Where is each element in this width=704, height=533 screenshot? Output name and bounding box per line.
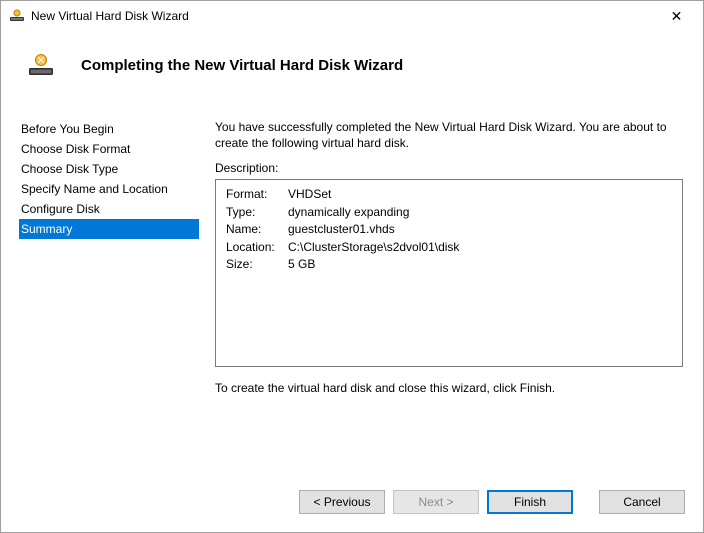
wizard-footer: < Previous Next > Finish Cancel: [1, 472, 703, 532]
wizard-window: New Virtual Hard Disk Wizard ✕ Completin…: [0, 0, 704, 533]
row-name-key: Name:: [226, 221, 288, 238]
step-summary[interactable]: Summary: [19, 219, 199, 239]
titlebar: New Virtual Hard Disk Wizard ✕: [1, 1, 703, 31]
row-name-value: guestcluster01.vhds: [288, 221, 395, 238]
wizard-steps-sidebar: Before You Begin Choose Disk Format Choo…: [19, 119, 199, 472]
intro-text: You have successfully completed the New …: [215, 119, 683, 151]
row-size-key: Size:: [226, 256, 288, 273]
step-choose-disk-type[interactable]: Choose Disk Type: [19, 159, 199, 179]
description-box: Format: VHDSet Type: dynamically expandi…: [215, 179, 683, 367]
cancel-button[interactable]: Cancel: [599, 490, 685, 514]
row-location-key: Location:: [226, 239, 288, 256]
row-name: Name: guestcluster01.vhds: [226, 221, 674, 238]
wizard-header-icon: [25, 49, 57, 81]
step-before-you-begin[interactable]: Before You Begin: [19, 119, 199, 139]
step-specify-name-location[interactable]: Specify Name and Location: [19, 179, 199, 199]
main-content: You have successfully completed the New …: [215, 119, 683, 472]
wizard-header: Completing the New Virtual Hard Disk Wiz…: [1, 31, 703, 99]
row-location: Location: C:\ClusterStorage\s2dvol01\dis…: [226, 239, 674, 256]
previous-button[interactable]: < Previous: [299, 490, 385, 514]
row-format: Format: VHDSet: [226, 186, 674, 203]
page-title: Completing the New Virtual Hard Disk Wiz…: [81, 57, 403, 74]
row-type: Type: dynamically expanding: [226, 204, 674, 221]
row-size: Size: 5 GB: [226, 256, 674, 273]
finish-hint: To create the virtual hard disk and clos…: [215, 381, 683, 395]
row-type-value: dynamically expanding: [288, 204, 409, 221]
row-location-value: C:\ClusterStorage\s2dvol01\disk: [288, 239, 459, 256]
finish-button[interactable]: Finish: [487, 490, 573, 514]
row-size-value: 5 GB: [288, 256, 315, 273]
step-configure-disk[interactable]: Configure Disk: [19, 199, 199, 219]
window-title: New Virtual Hard Disk Wizard: [31, 9, 654, 23]
row-format-value: VHDSet: [288, 186, 331, 203]
row-format-key: Format:: [226, 186, 288, 203]
next-button: Next >: [393, 490, 479, 514]
step-choose-disk-format[interactable]: Choose Disk Format: [19, 139, 199, 159]
close-button[interactable]: ✕: [654, 2, 699, 31]
close-icon: ✕: [671, 8, 683, 25]
row-type-key: Type:: [226, 204, 288, 221]
app-icon: [9, 8, 25, 24]
description-label: Description:: [215, 161, 683, 175]
wizard-body: Before You Begin Choose Disk Format Choo…: [1, 99, 703, 472]
